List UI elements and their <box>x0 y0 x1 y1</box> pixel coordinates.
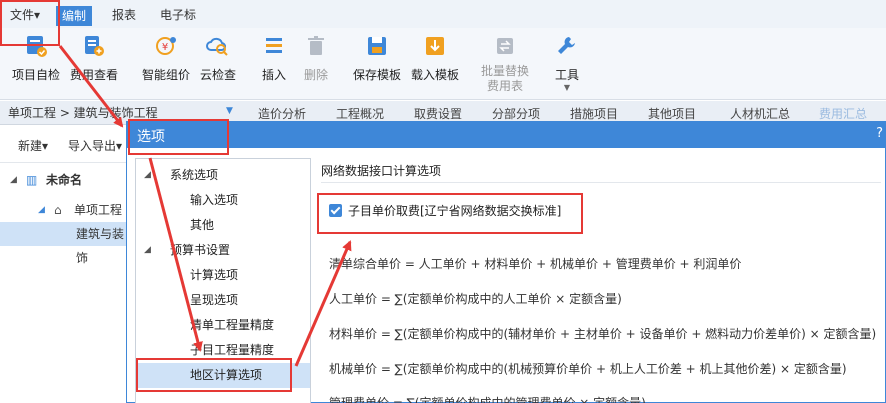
tree-node-system[interactable]: ◢ 系统选项 <box>136 163 310 188</box>
menu-edit[interactable]: 编制 <box>56 6 93 26</box>
tools-icon <box>558 37 575 54</box>
help-icon[interactable]: ? <box>876 126 883 141</box>
dialog-title-bar[interactable]: 选项 ? <box>127 122 886 148</box>
node-label: 输入选项 <box>190 193 239 207</box>
cost-view-button[interactable]: 费用查看 <box>62 34 126 83</box>
tree-node-list-precision[interactable]: 清单工程量精度 <box>136 313 310 338</box>
node-label: 预算书设置 <box>170 243 231 257</box>
tool-label-line2: 费用表 <box>486 79 523 93</box>
tool-label: 批量替换 <box>480 64 529 78</box>
annotation-box-dialog-title <box>128 119 229 155</box>
menu-e-bid[interactable]: 电子标 <box>154 5 202 25</box>
formula-line: 机械单价 = ∑(定额单价构成中的(机械预算价单价 + 机上人工价差 + 机上其… <box>329 362 847 376</box>
insert-icon <box>266 38 282 53</box>
cost-view-icon <box>85 36 104 56</box>
node-label: 呈现选项 <box>190 293 239 307</box>
formula-line: 清单综合单价 = 人工单价 + 材料单价 + 机械单价 + 管理费单价 + 利润… <box>329 257 742 271</box>
tree-node-input[interactable]: 输入选项 <box>136 188 310 213</box>
expand-icon[interactable]: ◢ <box>38 198 45 222</box>
tools-button[interactable]: 工具 ▼ <box>535 34 599 92</box>
tree-item-single[interactable]: ◢ ⌂ 单项工程 <box>0 198 132 222</box>
node-label: 其他 <box>190 218 215 232</box>
tool-label: 载入模板 <box>410 68 459 82</box>
node-label: 系统选项 <box>170 168 219 182</box>
delete-icon <box>308 36 324 55</box>
annotation-box-regional-option <box>136 358 292 392</box>
tree-label: 单项工程 <box>74 203 123 217</box>
tool-label: 保存模板 <box>352 68 401 82</box>
expand-icon[interactable]: ◢ <box>10 168 17 192</box>
node-label: 计算选项 <box>190 268 239 282</box>
tree-node-calc[interactable]: 计算选项 <box>136 263 310 288</box>
load-template-button[interactable]: 载入模板 <box>403 34 467 83</box>
formula-line: 人工单价 = ∑(定额单价构成中的人工单价 × 定额含量) <box>329 292 622 306</box>
expand-icon[interactable]: ◢ <box>144 163 151 188</box>
tree-node-other[interactable]: 其他 <box>136 213 310 238</box>
tool-label: 删除 <box>303 68 328 82</box>
annotation-box-checkbox <box>317 193 583 234</box>
chevron-down-icon: ▼ <box>563 83 571 92</box>
svg-text:¥: ¥ <box>162 42 168 53</box>
import-export-button[interactable]: 导入导出▾ <box>68 137 122 154</box>
delete-button[interactable]: 删除 <box>284 34 348 83</box>
menu-bar: 文件▾ 编制 报表 电子标 <box>0 0 886 28</box>
batch-replace-icon <box>497 38 513 54</box>
project-tree-panel: 新建▾ 导入导出▾ ◢ ▥ 未命名 ◢ ⌂ 单项工程 建筑与装饰 <box>0 126 132 403</box>
cloud-check-button[interactable]: 云检查 <box>186 34 250 83</box>
divider <box>0 162 132 163</box>
chevron-down-icon[interactable]: ▼ <box>226 106 233 116</box>
section-title: 网络数据接口计算选项 <box>321 164 442 178</box>
new-button[interactable]: 新建▾ <box>18 137 48 154</box>
cloud-check-icon <box>206 37 228 56</box>
load-template-icon <box>426 37 444 55</box>
save-template-icon <box>368 37 386 55</box>
formula-line: 管理费单价 = ∑(定额单价构成中的管理费单价 × 定额含量) <box>329 396 646 403</box>
annotation-box-file-menu <box>0 0 60 46</box>
home-icon: ⌂ <box>54 203 62 217</box>
save-template-button[interactable]: 保存模板 <box>345 34 409 83</box>
tool-label: 费用查看 <box>69 68 118 82</box>
toolbar: 项目自检 费用查看 ¥ 智能组价 云检查 插入 删除 保存模板 载入模板 批量替… <box>0 28 886 100</box>
building-icon: ▥ <box>26 173 38 187</box>
tree-item-project[interactable]: ◢ ▥ 未命名 <box>0 168 132 192</box>
node-label: 清单工程量精度 <box>190 318 275 332</box>
tool-label: 项目自检 <box>11 68 60 82</box>
tree-label: 未命名 <box>46 173 83 187</box>
tree-node-display[interactable]: 呈现选项 <box>136 288 310 313</box>
menu-report[interactable]: 报表 <box>106 5 142 25</box>
smart-pricing-icon: ¥ <box>156 37 176 55</box>
tree-node-budget[interactable]: ◢ 预算书设置 <box>136 238 310 263</box>
formula-line: 材料单价 = ∑(定额单价构成中的(辅材单价 + 主材单价 + 设备单价 + 燃… <box>329 327 877 341</box>
batch-replace-button[interactable]: 批量替换 费用表 <box>473 34 537 94</box>
tree-item-unit[interactable]: 建筑与装饰 <box>0 222 132 265</box>
tool-label: 工具 <box>554 68 579 82</box>
tree-label: 建筑与装饰 <box>76 227 125 265</box>
tool-label: 云检查 <box>199 68 236 82</box>
divider <box>321 182 881 183</box>
expand-icon[interactable]: ◢ <box>144 238 151 263</box>
